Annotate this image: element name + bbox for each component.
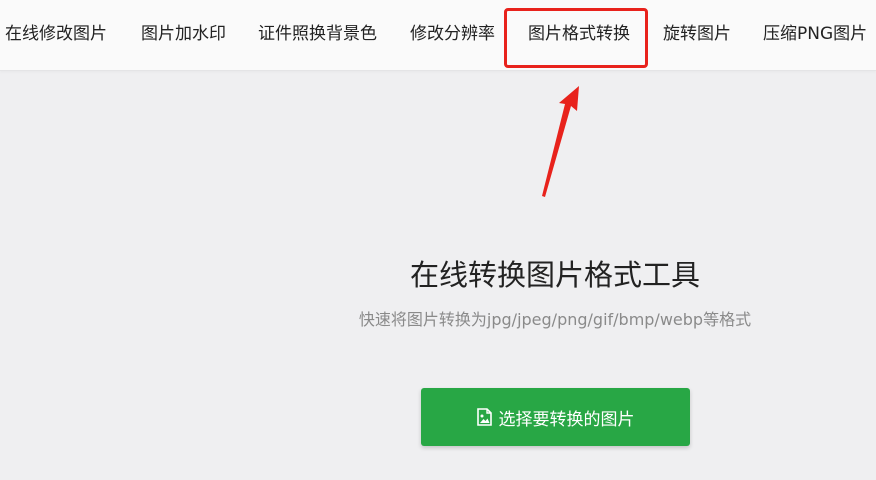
select-image-button-label: 选择要转换的图片 [498, 409, 635, 430]
select-image-button[interactable]: 选择要转换的图片 [421, 388, 690, 446]
page: 在线修改图片 图片加水印 证件照换背景色 修改分辨率 图片格式转换 旋转图片 压… [0, 0, 876, 480]
image-file-icon [476, 408, 492, 426]
arrow-annotation-icon [542, 86, 579, 197]
nav-item-id-photo-background[interactable]: 证件照换背景色 [258, 22, 377, 46]
page-subtitle: 快速将图片转换为jpg/jpeg/png/gif/bmp/webp等格式 [358, 310, 752, 329]
nav-item-rotate-image[interactable]: 旋转图片 [663, 22, 731, 46]
nav-item-compress-png[interactable]: 压缩PNG图片 [763, 22, 867, 46]
nav-item-add-watermark[interactable]: 图片加水印 [141, 22, 226, 46]
highlight-box-annotation [504, 8, 648, 68]
nav-item-online-edit-image[interactable]: 在线修改图片 [5, 22, 107, 46]
page-title: 在线转换图片格式工具 [409, 258, 700, 292]
top-navigation-bar: 在线修改图片 图片加水印 证件照换背景色 修改分辨率 图片格式转换 旋转图片 压… [0, 0, 876, 71]
nav-item-change-resolution[interactable]: 修改分辨率 [410, 22, 495, 46]
